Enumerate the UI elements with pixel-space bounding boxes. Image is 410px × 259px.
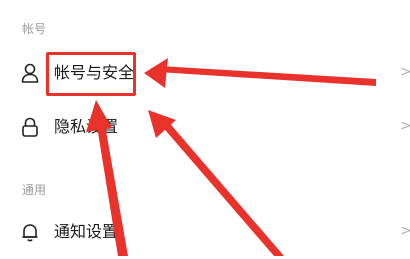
annotation-arrow [158,66,376,86]
annotation-arrows [86,58,376,256]
annotation-arrow-head [144,58,168,88]
annotation-arrow-head [86,100,112,132]
annotation-arrow [96,119,128,256]
annotation-arrow [160,119,284,256]
